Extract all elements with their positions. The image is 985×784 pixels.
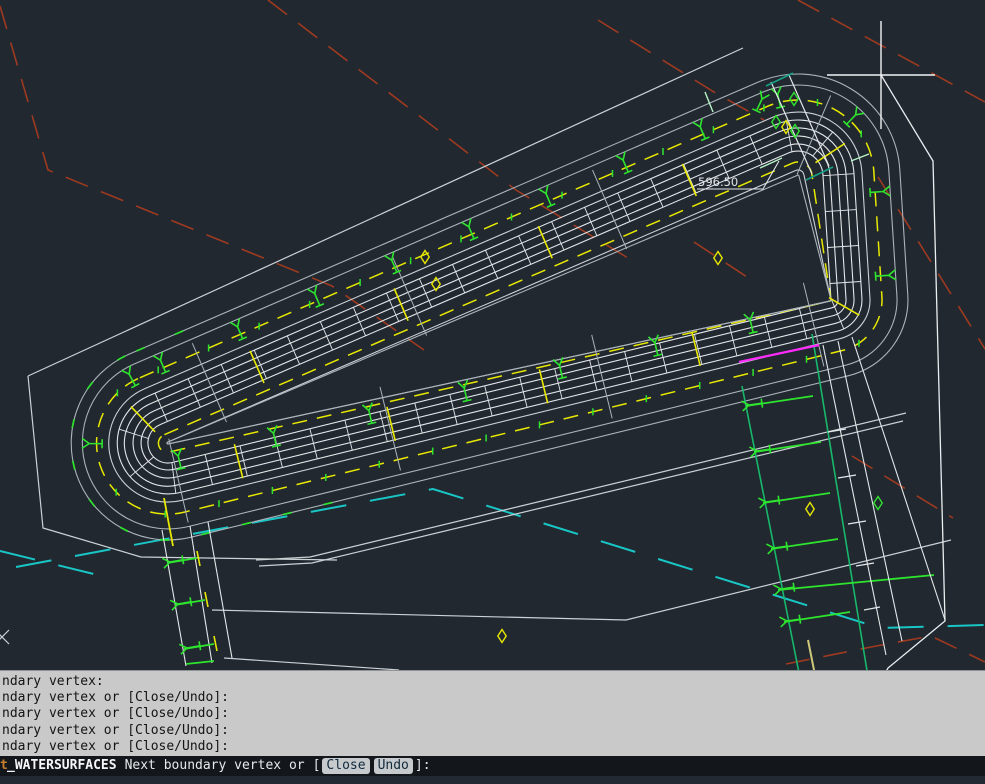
drainage-channel-right bbox=[741, 334, 945, 670]
slope-arrows bbox=[82, 87, 896, 470]
status-strip bbox=[0, 776, 985, 784]
command-history-panel: ndary vertex:ndary vertex or [Close/Undo… bbox=[0, 670, 985, 756]
history-line: ndary vertex or [Close/Undo]: bbox=[2, 723, 985, 739]
command-line-input[interactable]: t _WATERSURFACES Next boundary vertex or… bbox=[0, 756, 985, 776]
options-open-bracket: [ bbox=[313, 756, 321, 776]
elevation-value: 596.50 bbox=[698, 175, 738, 189]
water-lines-cyan bbox=[0, 489, 985, 628]
option-close-button[interactable]: Close bbox=[322, 758, 369, 774]
history-line: ndary vertex or [Close/Undo]: bbox=[2, 739, 985, 755]
drawing-canvas[interactable]: 596.50 bbox=[0, 0, 985, 670]
option-undo-button[interactable]: Undo bbox=[374, 758, 413, 774]
drainage-channel-left bbox=[162, 498, 232, 666]
diamond-markers bbox=[421, 93, 882, 643]
history-line: ndary vertex or [Close/Undo]: bbox=[2, 690, 985, 706]
crosshair-cursor bbox=[827, 21, 935, 129]
command-prompt-text: Next boundary vertex or bbox=[125, 756, 305, 776]
edge-x-marker bbox=[0, 630, 9, 644]
options-close-bracket: ]: bbox=[415, 756, 431, 776]
cad-application-window: 596.50 ndary vertex:ndary vertex or [Clo… bbox=[0, 0, 985, 784]
active-command-name: _WATERSURFACES bbox=[7, 756, 117, 776]
terrain-contours-red bbox=[0, 0, 985, 664]
history-line: ndary vertex: bbox=[2, 674, 985, 690]
history-line: ndary vertex or [Close/Undo]: bbox=[2, 706, 985, 722]
survey-boundary-lines bbox=[28, 48, 951, 670]
embankment-ring-contours bbox=[71, 74, 908, 540]
clipped-command-fragment: t bbox=[0, 756, 7, 776]
